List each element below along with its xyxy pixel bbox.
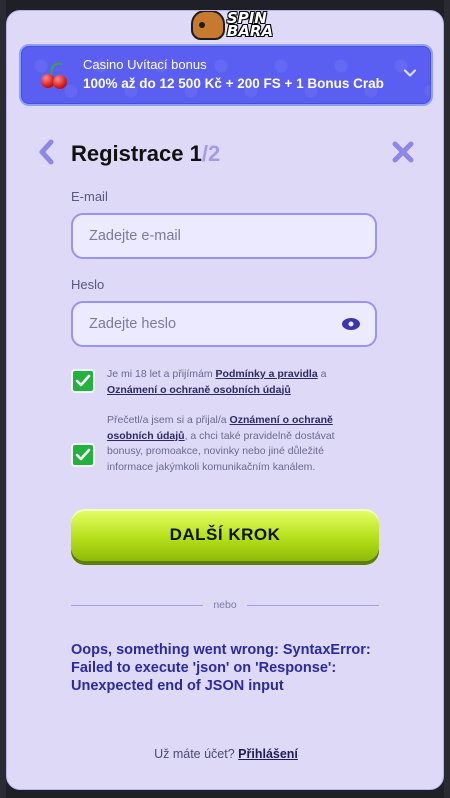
registration-modal: SPIN BARA Casino Uvítací bonus 100% až d… <box>6 10 444 790</box>
title-main: Registrace 1 <box>71 141 202 166</box>
chevron-down-icon[interactable] <box>403 66 417 80</box>
error-message: Oops, something went wrong: SyntaxError:… <box>71 642 371 694</box>
title-step-total: /2 <box>201 141 221 166</box>
close-icon[interactable] <box>391 140 415 164</box>
login-prompt-text: Už máte účet? <box>154 747 239 761</box>
check-icon <box>75 448 91 461</box>
background-right <box>444 0 450 798</box>
logo-line-2: BARA <box>226 22 274 40</box>
welcome-bonus-banner[interactable]: Casino Uvítací bonus 100% až do 12 500 K… <box>19 44 433 106</box>
login-link[interactable]: Přihlášení <box>238 747 298 761</box>
privacy-link[interactable]: Oznámení o ochraně osobních údajů <box>107 384 291 396</box>
divider-line-right <box>246 604 380 606</box>
password-placeholder: Zadejte heslo <box>89 316 177 332</box>
spinbara-logo: SPIN BARA <box>177 11 287 45</box>
consent-terms-checkbox[interactable] <box>71 369 95 393</box>
eye-icon[interactable] <box>341 317 361 331</box>
consent-marketing-checkbox[interactable] <box>71 443 95 467</box>
terms-link[interactable]: Podmínky a pravidla <box>216 368 318 380</box>
email-field[interactable]: Zadejte e-mail <box>71 213 377 259</box>
consent-terms-and: a <box>317 368 327 380</box>
email-placeholder: Zadejte e-mail <box>89 228 181 244</box>
next-step-button[interactable]: DALŠÍ KROK <box>71 509 379 561</box>
consent-terms-text: Je mi 18 let a přijímám Podmínky a pravi… <box>107 367 357 398</box>
cherry-icon <box>39 60 69 90</box>
consent-terms-row: Je mi 18 let a přijímám Podmínky a pravi… <box>71 367 357 398</box>
bonus-title: Casino Uvítací bonus <box>83 57 207 72</box>
consent-marketing-row: Přečetl/a jsem si a přijal/a Oznámení o … <box>71 413 365 475</box>
password-label: Heslo <box>71 277 105 292</box>
consent-terms-prefix: Je mi 18 let a přijímám <box>107 368 216 380</box>
consent-marketing-text: Přečetl/a jsem si a přijal/a Oznámení o … <box>107 413 365 475</box>
bonus-detail: 100% až do 12 500 Kč + 200 FS + 1 Bonus … <box>83 76 384 91</box>
back-arrow-icon[interactable] <box>37 139 55 165</box>
check-icon <box>75 374 91 387</box>
page-title: Registrace 1/2 <box>71 141 220 167</box>
divider-line-left <box>71 604 204 606</box>
login-prompt: Už máte účet? Přihlášení <box>7 747 443 761</box>
capybara-mascot-icon <box>190 11 225 40</box>
divider-label: nebo <box>213 599 237 611</box>
consent-marketing-prefix: Přečetl/a jsem si a přijal/a <box>107 414 230 426</box>
email-label: E-mail <box>71 189 108 204</box>
or-divider: nebo <box>71 598 380 612</box>
password-field[interactable]: Zadejte heslo <box>71 301 377 347</box>
